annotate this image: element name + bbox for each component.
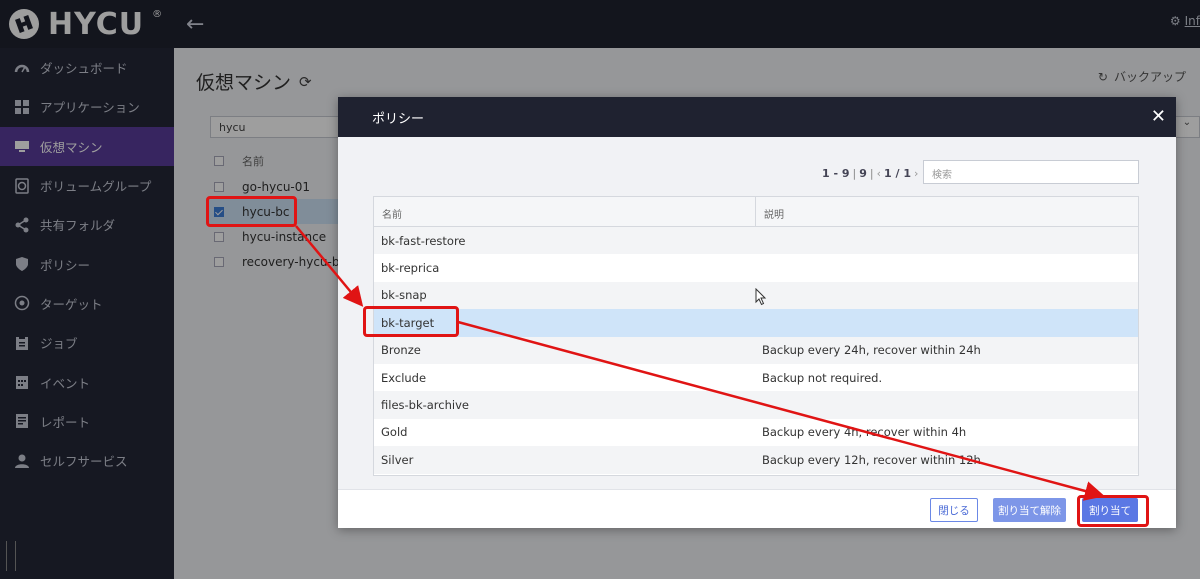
pager-separator: | [869,167,874,180]
policy-table-header: 名前 説明 [374,197,1138,227]
close-icon[interactable]: ✕ [1151,106,1166,127]
table-row[interactable]: Bronze Backup every 24h, recover within 2… [374,336,1138,364]
policy-name: files-bk-archive [381,398,469,413]
table-row[interactable]: Silver Backup every 12h, recover within 1… [374,446,1138,474]
table-row[interactable]: bk-reprica [374,254,1138,281]
policy-table-body: bk-fast-restore bk-reprica bk-snap bk-ta… [374,227,1138,474]
dialog-title: ポリシー [372,111,425,127]
table-row[interactable]: bk-target [374,309,1138,337]
policy-name: Silver [381,452,414,467]
close-button[interactable]: 閉じる [930,498,978,522]
table-row[interactable]: Gold Backup every 4h, recover within 4h [374,419,1138,446]
unassign-button[interactable]: 割り当て解除 [993,498,1066,522]
column-header-name[interactable]: 名前 [374,197,756,226]
table-row[interactable]: files-bk-archive [374,391,1138,419]
policy-name: bk-reprica [381,261,440,276]
policy-description: Backup not required. [762,370,883,385]
policy-name: Exclude [381,370,427,385]
pager-page: 1 / 1 [884,167,912,180]
policy-name: Gold [381,425,408,440]
policy-description: Backup every 4h, recover within 4h [762,425,967,440]
column-header-description[interactable]: 説明 [756,197,1138,226]
pager-separator: | [852,167,857,180]
dialog-body: 1 - 9 | 9 | ‹ 1 / 1 › 検索 名前 説明 bk-fast-r… [338,137,1176,489]
highlight-assign-button [1077,495,1149,527]
pager-range: 1 - 9 [822,167,850,180]
highlight-vm-hycu-bc [206,196,297,227]
next-page-icon[interactable]: › [914,167,918,180]
dialog-header: ポリシー ✕ [338,97,1176,137]
policy-name: bk-fast-restore [381,233,466,248]
table-row[interactable]: Exclude Backup not required. [374,364,1138,391]
policy-table: 名前 説明 bk-fast-restore bk-reprica bk-snap… [373,196,1139,476]
table-row[interactable]: bk-fast-restore [374,227,1138,255]
policy-name: bk-snap [381,288,427,303]
mouse-cursor-icon [755,288,767,306]
policy-description: Backup every 12h, recover within 12h [762,452,981,467]
policy-dialog: ポリシー ✕ 1 - 9 | 9 | ‹ 1 / 1 › 検索 名前 説明 bk… [338,97,1176,528]
highlight-policy-bk-target [363,306,459,337]
pager-total: 9 [859,167,867,180]
policy-name: Bronze [381,343,421,358]
prev-page-icon[interactable]: ‹ [877,167,881,180]
policy-description: Backup every 24h, recover within 24h [762,343,981,358]
policy-search-input[interactable]: 検索 [923,160,1139,184]
pagination: 1 - 9 | 9 | ‹ 1 / 1 › [822,167,918,180]
dialog-footer: 閉じる 割り当て解除 割り当て [338,489,1176,528]
